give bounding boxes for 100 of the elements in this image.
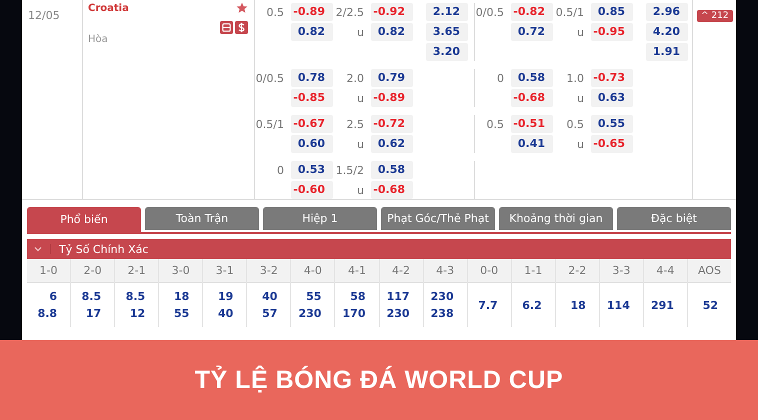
- score-odds[interactable]: 8.5: [82, 290, 102, 303]
- total-line: 0.5: [566, 118, 584, 130]
- score-odds[interactable]: 291: [650, 298, 674, 312]
- score-odds[interactable]: 19: [218, 290, 234, 303]
- score-odds[interactable]: 18: [570, 298, 586, 312]
- odds-value[interactable]: 0.55: [591, 115, 633, 133]
- odds-value[interactable]: 0.58: [371, 161, 413, 179]
- total-line: 2.0: [346, 72, 364, 84]
- odds-value[interactable]: 3.20: [426, 43, 468, 61]
- score-odds[interactable]: 230: [298, 307, 322, 320]
- stats-icon[interactable]: [220, 21, 233, 34]
- odds-value[interactable]: -0.73: [591, 69, 633, 87]
- section-header[interactable]: Tỷ Số Chính Xác: [27, 239, 731, 259]
- under-label: u: [577, 138, 584, 150]
- score-odds[interactable]: 230: [430, 290, 454, 303]
- odds-value[interactable]: -0.95: [591, 23, 633, 41]
- odds-value[interactable]: -0.68: [511, 89, 553, 107]
- dollar-icon[interactable]: [235, 21, 248, 34]
- score-odds[interactable]: 6.2: [522, 298, 542, 312]
- odds-value[interactable]: 0.82: [291, 23, 333, 41]
- tab[interactable]: Hiệp 1: [263, 207, 377, 230]
- score-odds[interactable]: 6: [49, 290, 58, 303]
- total-line: 0.5/1: [556, 6, 584, 18]
- handicap-line: 0.5: [266, 6, 284, 18]
- score-header: 2-2: [556, 259, 599, 283]
- draw-label: Hòa: [88, 34, 109, 45]
- total-line: 1.5/2: [336, 164, 364, 176]
- score-header: 3-2: [247, 259, 290, 283]
- odds-value[interactable]: 0.62: [371, 135, 413, 153]
- score-odds[interactable]: 17: [86, 307, 102, 320]
- score-odds[interactable]: 57: [262, 307, 278, 320]
- odds-value[interactable]: -0.60: [291, 181, 333, 199]
- more-markets-button[interactable]: ^ 212: [697, 10, 733, 22]
- match-date: 12/05: [28, 9, 60, 22]
- odds-value[interactable]: -0.82: [511, 3, 553, 21]
- odds-value[interactable]: 0.53: [291, 161, 333, 179]
- odds-value[interactable]: 0.63: [591, 89, 633, 107]
- odds-value[interactable]: 0.82: [371, 23, 413, 41]
- odds-value[interactable]: -0.67: [291, 115, 333, 133]
- team-name[interactable]: Croatia: [88, 2, 129, 14]
- score-odds[interactable]: 170: [342, 307, 366, 320]
- odds-value[interactable]: -0.68: [371, 181, 413, 199]
- under-label: u: [357, 184, 364, 196]
- odds-value[interactable]: -0.65: [591, 135, 633, 153]
- score-header: 1-0: [27, 259, 70, 283]
- score-header: 4-2: [380, 259, 423, 283]
- score-header: 4-3: [424, 259, 467, 283]
- score-header: 0-0: [468, 259, 511, 283]
- score-odds[interactable]: 7.7: [478, 298, 498, 312]
- tab[interactable]: Phạt Góc/Thẻ Phạt: [381, 207, 495, 230]
- score-header: AOS: [688, 259, 731, 283]
- banner-title: TỶ LỆ BÓNG ĐÁ WORLD CUP: [194, 366, 564, 394]
- handicap-line: 0: [277, 164, 284, 176]
- total-line: 1.0: [566, 72, 584, 84]
- odds-value[interactable]: -0.72: [371, 115, 413, 133]
- odds-value[interactable]: 1.91: [646, 43, 688, 61]
- odds-value[interactable]: -0.89: [371, 89, 413, 107]
- handicap-line: 0.5: [486, 118, 504, 130]
- score-odds[interactable]: 40: [218, 307, 234, 320]
- under-label: u: [577, 26, 584, 38]
- score-odds[interactable]: 230: [386, 307, 410, 320]
- odds-value[interactable]: -0.51: [511, 115, 553, 133]
- odds-value[interactable]: -0.92: [371, 3, 413, 21]
- score-odds[interactable]: 114: [606, 298, 630, 312]
- score-odds[interactable]: 58: [350, 290, 366, 303]
- odds-value[interactable]: 0.41: [511, 135, 553, 153]
- score-odds[interactable]: 117: [386, 290, 410, 303]
- score-odds[interactable]: 18: [174, 290, 190, 303]
- score-odds[interactable]: 238: [430, 307, 454, 320]
- tab[interactable]: Đặc biệt: [617, 207, 731, 230]
- odds-value[interactable]: 0.85: [591, 3, 633, 21]
- under-label: u: [357, 138, 364, 150]
- score-odds[interactable]: 8.8: [38, 307, 58, 320]
- odds-value[interactable]: -0.89: [291, 3, 333, 21]
- odds-value[interactable]: -0.85: [291, 89, 333, 107]
- score-header: 4-1: [335, 259, 378, 283]
- odds-value[interactable]: 0.72: [511, 23, 553, 41]
- score-odds[interactable]: 8.5: [126, 290, 146, 303]
- score-header: 4-4: [644, 259, 687, 283]
- total-line: 2.5: [346, 118, 364, 130]
- score-odds[interactable]: 55: [174, 307, 190, 320]
- odds-value[interactable]: 2.12: [426, 3, 468, 21]
- tab[interactable]: Toàn Trận: [145, 207, 259, 230]
- score-odds[interactable]: 40: [262, 290, 278, 303]
- score-odds[interactable]: 55: [306, 290, 322, 303]
- odds-value[interactable]: 3.65: [426, 23, 468, 41]
- odds-value[interactable]: 0.79: [371, 69, 413, 87]
- odds-value[interactable]: 2.96: [646, 3, 688, 21]
- score-header: 3-1: [203, 259, 246, 283]
- odds-value[interactable]: 0.78: [291, 69, 333, 87]
- odds-value[interactable]: 4.20: [646, 23, 688, 41]
- odds-value[interactable]: 0.60: [291, 135, 333, 153]
- tab[interactable]: Khoảng thời gian: [499, 207, 613, 230]
- total-line: 2/2.5: [336, 6, 364, 18]
- odds-value[interactable]: 0.58: [511, 69, 553, 87]
- score-odds[interactable]: 12: [130, 307, 146, 320]
- score-odds[interactable]: 52: [702, 298, 718, 312]
- star-icon[interactable]: [236, 2, 248, 14]
- score-header: 3-3: [600, 259, 643, 283]
- tab[interactable]: Phổ biến: [27, 207, 141, 232]
